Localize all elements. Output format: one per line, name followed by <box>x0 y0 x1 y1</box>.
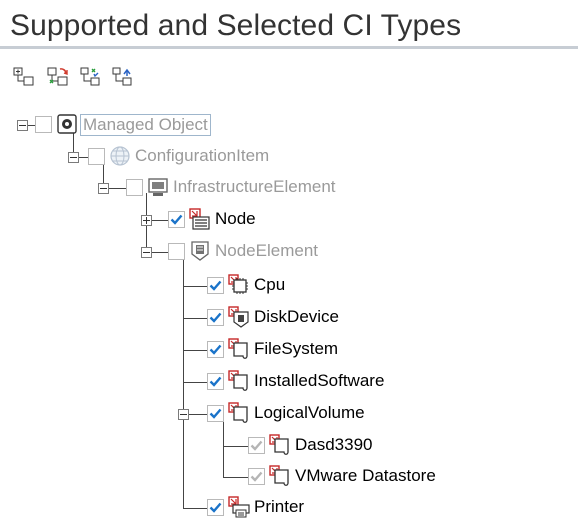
checkbox-checked-icon[interactable] <box>207 373 224 390</box>
tree-connector-line <box>183 318 207 319</box>
tree-connector-line <box>223 477 248 478</box>
tree-node-label[interactable]: Dasd3390 <box>295 435 373 455</box>
disk-device-icon <box>228 306 250 328</box>
checkbox-checked-icon[interactable] <box>207 277 224 294</box>
tree-connector-line <box>183 350 207 351</box>
printer-icon <box>228 496 250 518</box>
vmware-datastore-icon <box>269 465 291 487</box>
tree-connector-line <box>183 286 207 287</box>
cpu-icon <box>228 274 250 296</box>
tree-node-label[interactable]: Cpu <box>254 275 285 295</box>
tree-node-label[interactable]: Managed Object <box>80 114 211 136</box>
tree-node-label[interactable]: Printer <box>254 497 304 517</box>
checkbox-checked-icon[interactable] <box>207 405 224 422</box>
checkbox-unchecked-icon[interactable] <box>88 148 105 165</box>
tree-node-label[interactable]: ConfigurationItem <box>135 146 269 166</box>
tree-node-label[interactable]: DiskDevice <box>254 307 339 327</box>
tree-connector-line <box>223 446 248 447</box>
tree-node-label[interactable]: InfrastructureElement <box>173 177 336 197</box>
installed-software-icon <box>228 370 250 392</box>
expand-toggle-icon[interactable] <box>141 215 152 226</box>
infrastructure-element-icon <box>147 176 169 198</box>
configuration-item-icon <box>109 145 131 167</box>
checkbox-checked-icon <box>248 437 265 454</box>
collapse-toggle-icon[interactable] <box>98 183 109 194</box>
tree-node-label[interactable]: Node <box>215 209 256 229</box>
tree-node-label[interactable]: InstalledSoftware <box>254 371 384 391</box>
collapse-toggle-icon[interactable] <box>141 247 152 258</box>
tree-node-label[interactable]: VMware Datastore <box>295 466 436 486</box>
checkbox-checked-icon[interactable] <box>168 211 185 228</box>
tree-connector-line <box>183 382 207 383</box>
checkbox-unchecked-icon[interactable] <box>35 116 52 133</box>
collapse-toggle-icon[interactable] <box>68 152 79 163</box>
tree-node-label[interactable]: FileSystem <box>254 339 338 359</box>
checkbox-unchecked-icon[interactable] <box>126 179 143 196</box>
tree-connector-line <box>183 508 207 509</box>
checkbox-checked-icon[interactable] <box>207 341 224 358</box>
collapse-toggle-icon[interactable] <box>17 120 28 131</box>
managed-object-icon <box>56 113 78 135</box>
checkbox-unchecked-icon[interactable] <box>168 243 185 260</box>
checkbox-checked-icon[interactable] <box>207 309 224 326</box>
node-element-icon <box>189 240 211 262</box>
file-system-icon <box>228 338 250 360</box>
ci-type-tree: Managed Object ConfigurationItem Infrastru… <box>0 0 578 522</box>
logical-volume-icon <box>228 402 250 424</box>
dasd-icon <box>269 434 291 456</box>
node-icon <box>189 208 211 230</box>
tree-node-label[interactable]: LogicalVolume <box>254 403 365 423</box>
checkbox-checked-icon[interactable] <box>207 499 224 516</box>
checkbox-checked-icon <box>248 468 265 485</box>
tree-node-label[interactable]: NodeElement <box>215 241 318 261</box>
tree-connector-line <box>223 419 224 477</box>
collapse-toggle-icon[interactable] <box>178 409 189 420</box>
